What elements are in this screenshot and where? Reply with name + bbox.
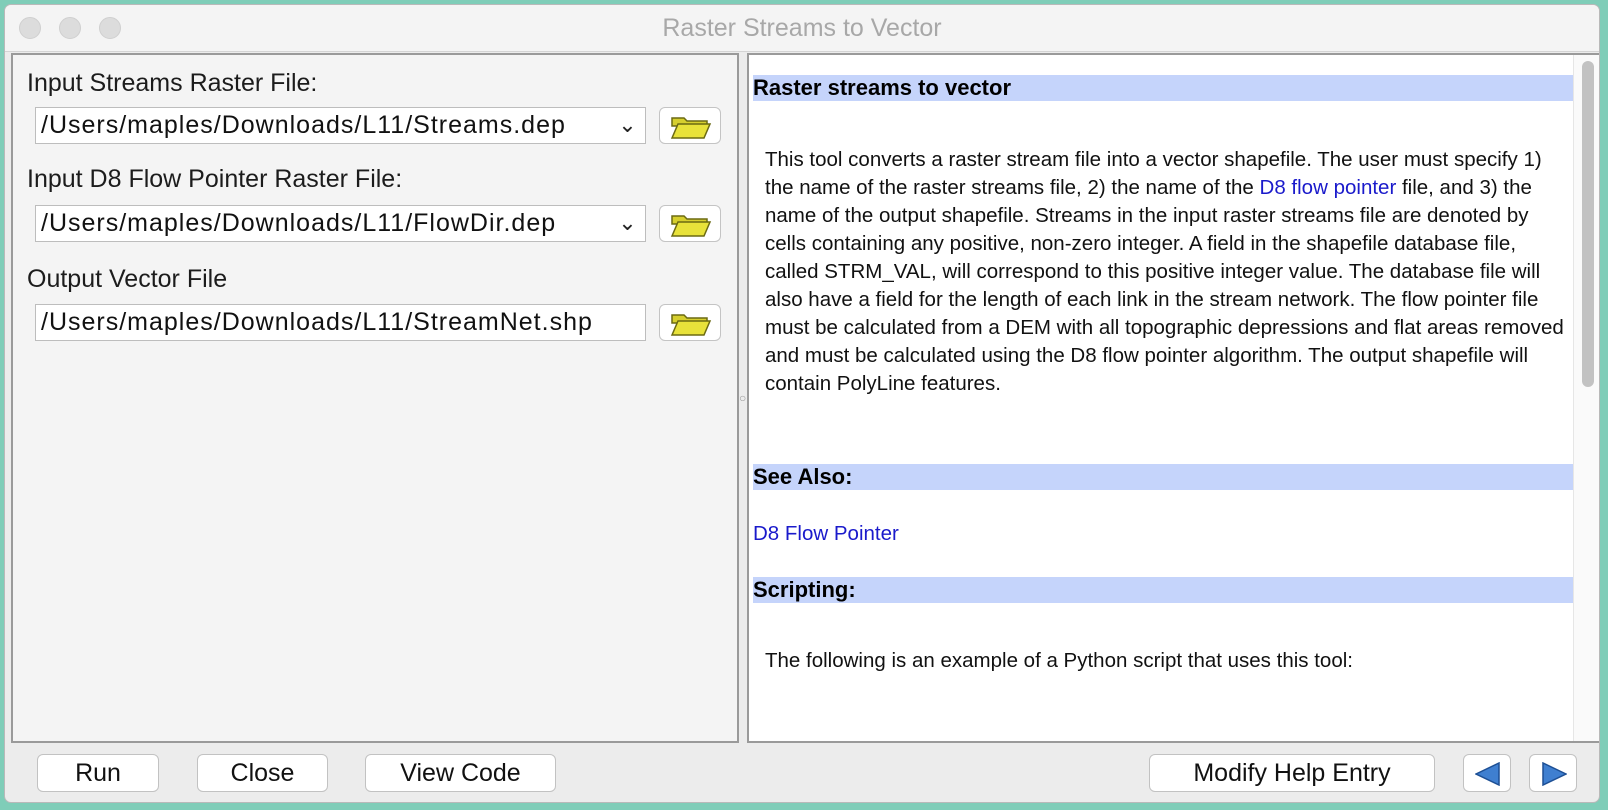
view-code-button[interactable]: View Code — [365, 754, 556, 792]
see-also-heading: See Also: — [753, 464, 1575, 490]
input-d8-combobox[interactable]: /Users/maples/Downloads/L11/FlowDir.dep … — [35, 205, 646, 242]
d8-flow-pointer-inline-link[interactable]: D8 flow pointer — [1260, 176, 1397, 199]
help-description: This tool converts a raster stream file … — [765, 146, 1565, 398]
output-vector-label: Output Vector File — [27, 265, 228, 293]
run-button[interactable]: Run — [37, 754, 159, 792]
help-panel[interactable]: Raster streams to vector This tool conve… — [747, 53, 1599, 743]
close-button[interactable]: Close — [197, 754, 328, 792]
help-heading-text: Raster streams to vector — [753, 75, 1012, 100]
input-d8-label: Input D8 Flow Pointer Raster File: — [27, 165, 403, 193]
scripting-heading-text: Scripting: — [753, 577, 856, 602]
folder-open-icon — [670, 215, 712, 237]
help-forward-button[interactable] — [1529, 754, 1577, 792]
split-pane-handle[interactable]: ○ — [739, 391, 746, 405]
parameters-panel: Input Streams Raster File: /Users/maples… — [11, 53, 739, 743]
scripting-heading: Scripting: — [753, 577, 1575, 603]
help-heading: Raster streams to vector — [753, 75, 1575, 101]
input-streams-value: /Users/maples/Downloads/L11/Streams.dep — [41, 111, 566, 139]
chevron-down-icon[interactable]: ⌄ — [615, 108, 641, 143]
folder-open-icon — [670, 117, 712, 139]
input-streams-browse-button[interactable] — [659, 107, 721, 144]
see-also-heading-text: See Also: — [753, 464, 853, 489]
tool-dialog-window: Raster Streams to Vector Input Streams R… — [4, 4, 1600, 803]
help-description-part2: file, and 3) the name of the output shap… — [765, 176, 1564, 395]
arrow-left-icon — [1475, 762, 1500, 786]
input-d8-browse-button[interactable] — [659, 205, 721, 242]
input-streams-label: Input Streams Raster File: — [27, 69, 318, 97]
chevron-down-icon[interactable]: ⌄ — [615, 206, 641, 241]
help-back-button[interactable] — [1463, 754, 1511, 792]
input-streams-combobox[interactable]: /Users/maples/Downloads/L11/Streams.dep … — [35, 107, 646, 144]
output-vector-browse-button[interactable] — [659, 304, 721, 341]
modify-help-entry-button[interactable]: Modify Help Entry — [1149, 754, 1435, 792]
window-title: Raster Streams to Vector — [662, 14, 942, 42]
help-scrollbar[interactable] — [1573, 55, 1599, 741]
title-bar: Raster Streams to Vector — [5, 5, 1599, 52]
output-vector-field[interactable]: /Users/maples/Downloads/L11/StreamNet.sh… — [35, 304, 646, 341]
folder-open-icon — [670, 314, 712, 336]
scripting-text: The following is an example of a Python … — [765, 649, 1353, 672]
help-scrollbar-thumb[interactable] — [1582, 61, 1594, 387]
input-d8-value: /Users/maples/Downloads/L11/FlowDir.dep — [41, 209, 557, 237]
output-vector-value: /Users/maples/Downloads/L11/StreamNet.sh… — [41, 308, 593, 336]
d8-flow-pointer-link[interactable]: D8 Flow Pointer — [753, 520, 1553, 548]
arrow-right-icon — [1542, 762, 1567, 786]
